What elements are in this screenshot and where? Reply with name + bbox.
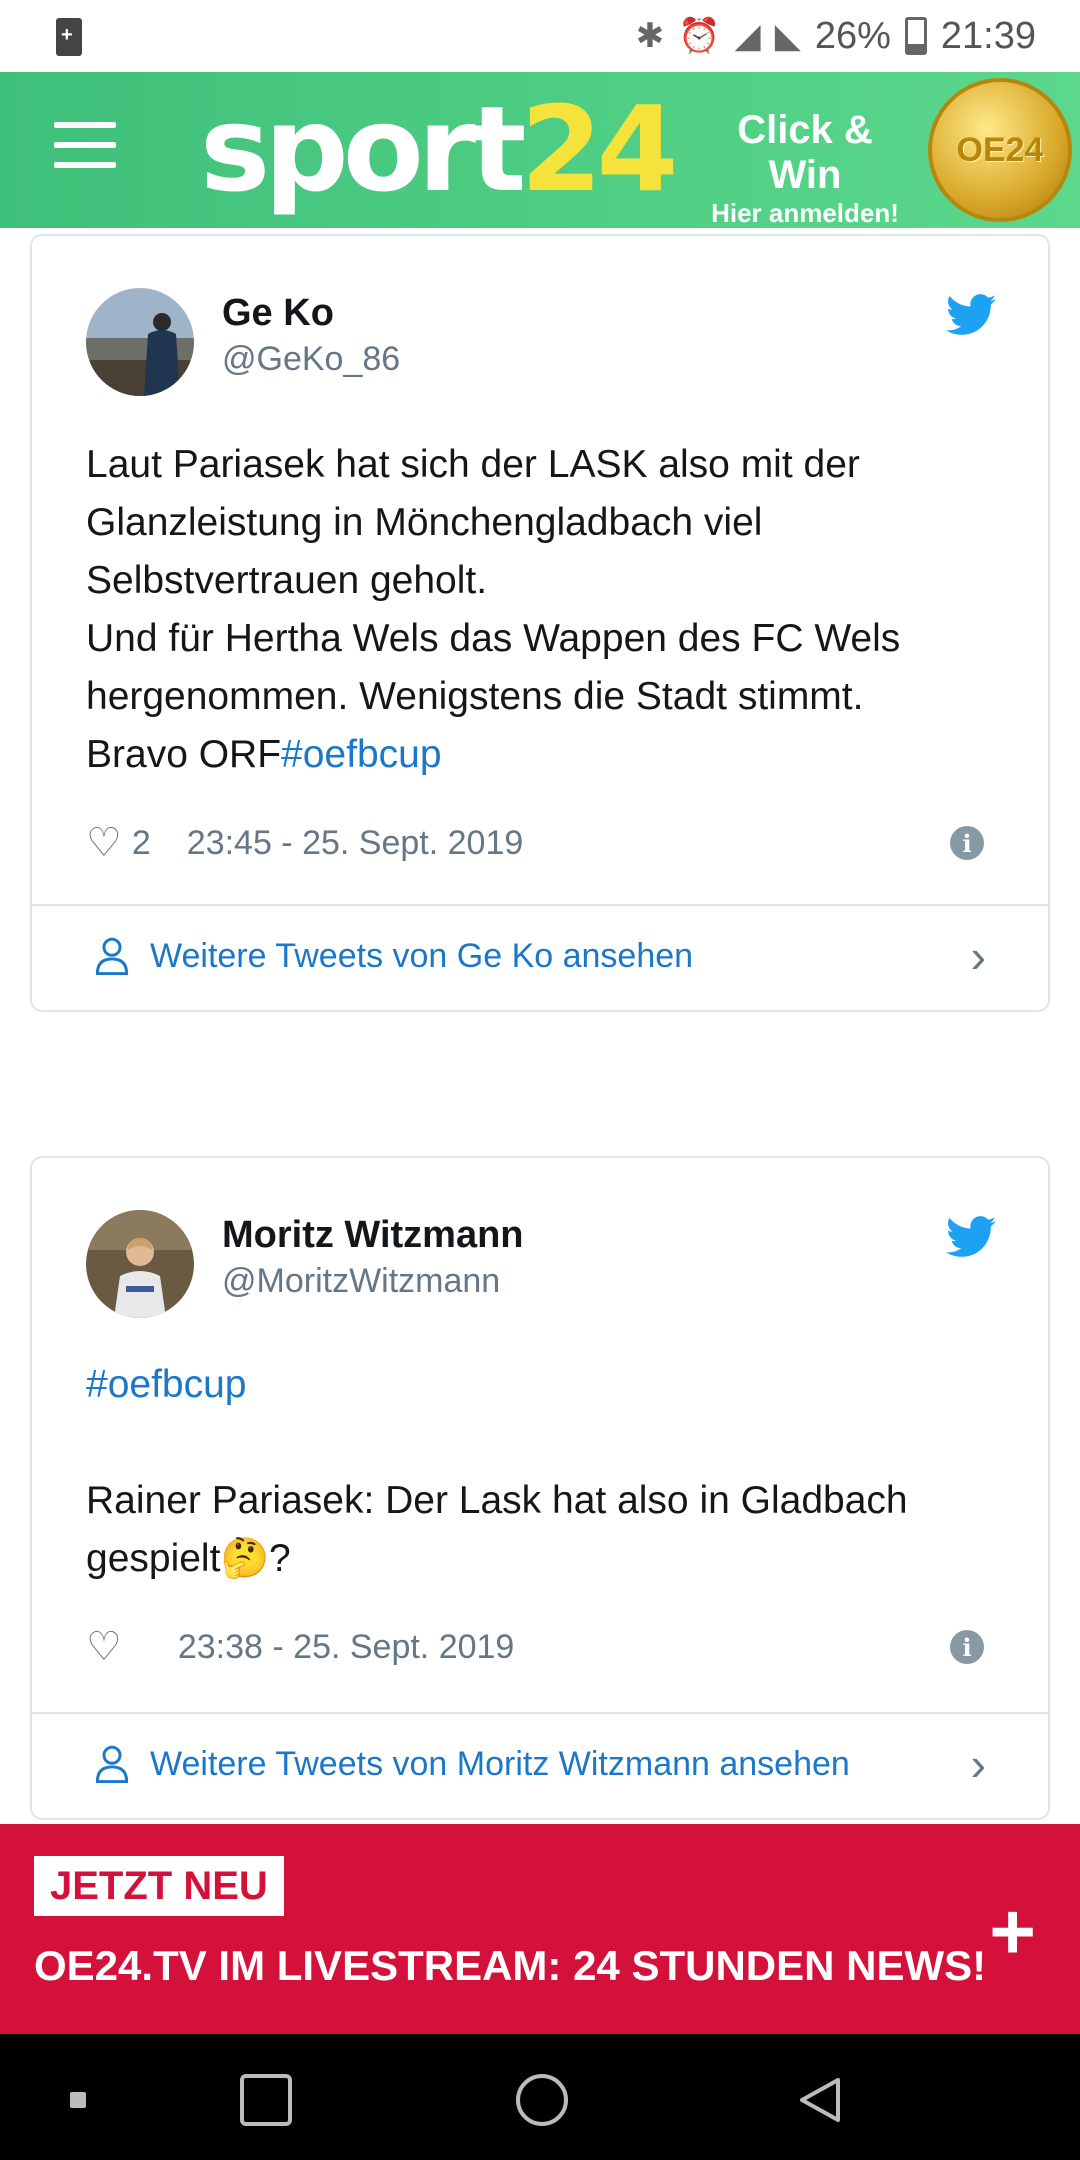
logo-number: 24 (520, 80, 678, 218)
hashtag-link[interactable]: #oefbcup (281, 733, 441, 776)
nav-dot-icon[interactable] (70, 2092, 86, 2108)
status-bar: ✱ ⏰ ◢ ◣ 26% 21:39 (0, 0, 1080, 72)
battery-icon (904, 17, 927, 55)
tweet-line: Glanzleistung in Mönchengladbach viel (86, 501, 763, 544)
system-nav-bar (0, 2034, 1080, 2160)
twitter-bird-icon[interactable] (946, 1216, 996, 1258)
avatar[interactable] (86, 1210, 194, 1318)
chevron-right-icon: › (970, 930, 986, 982)
promo-subtitle: Hier anmelden! (711, 198, 899, 228)
chevron-right-icon: › (970, 1738, 986, 1790)
twitter-bird-icon[interactable] (946, 294, 996, 336)
thinking-face-emoji: 🤔 (220, 1537, 269, 1580)
heart-icon[interactable]: ♡ (86, 1624, 122, 1670)
more-tweets-label: Weitere Tweets von Moritz Witzmann anseh… (150, 1744, 850, 1783)
expand-plus-icon[interactable]: + (989, 1886, 1036, 1978)
home-button[interactable] (516, 2074, 568, 2126)
click-win-promo[interactable]: Click & Win Hier anmelden! (700, 108, 910, 229)
tweet-card: Ge Ko @GeKo_86 Laut Pariasek hat sich de… (30, 234, 1050, 1012)
logo-text: sport (200, 80, 526, 218)
tweet-meta: ♡ 2 23:45 - 25. Sept. 2019 i (86, 818, 994, 868)
tweet-meta: ♡ 23:38 - 25. Sept. 2019 i (86, 1622, 994, 1672)
tweet-timestamp[interactable]: 23:45 - 25. Sept. 2019 (187, 824, 523, 863)
tweet-line-end: ? (269, 1537, 291, 1580)
info-icon[interactable]: i (950, 826, 984, 860)
promo-title: Click & Win (737, 108, 873, 197)
tweet-line-text: Bravo ORF (86, 733, 282, 776)
site-header: sport 24 Click & Win Hier anmelden! OE24 (0, 72, 1080, 228)
tweet-text: Laut Pariasek hat sich der LASK also mit… (86, 436, 994, 784)
tweet-author-name[interactable]: Moritz Witzmann (222, 1214, 524, 1257)
banner-tag: JETZT NEU (34, 1856, 284, 1916)
status-bar-right: ✱ ⏰ ◢ ◣ 26% 21:39 (636, 10, 1036, 62)
tweet-text: #oefbcup Rainer Pariasek: Der Lask hat a… (86, 1356, 994, 1588)
hashtag-link[interactable]: #oefbcup (86, 1356, 994, 1414)
tweet-author-name[interactable]: Ge Ko (222, 292, 334, 335)
divider (32, 904, 1048, 906)
heart-icon[interactable]: ♡ (86, 820, 122, 866)
tweet-card: Moritz Witzmann @MoritzWitzmann #oefbcup… (30, 1156, 1050, 1820)
signal-icon: ◣ (774, 17, 801, 55)
like-count: 2 (131, 823, 151, 862)
livestream-banner[interactable]: JETZT NEU OE24.TV IM LIVESTREAM: 24 STUN… (0, 1824, 1080, 2034)
tweet-line: Selbstvertrauen geholt. (86, 559, 488, 602)
divider (32, 1712, 1048, 1714)
bluetooth-icon: ✱ (635, 17, 665, 55)
notification-icon (56, 18, 82, 56)
person-icon (95, 937, 129, 975)
tweet-line: Bravo ORF#oefbcup (86, 726, 994, 784)
battery-percent: 26% (814, 14, 891, 57)
more-tweets-label: Weitere Tweets von Ge Ko ansehen (150, 936, 694, 975)
alarm-icon: ⏰ (678, 17, 721, 55)
tweet-author-handle[interactable]: @MoritzWitzmann (222, 1262, 500, 1301)
back-button[interactable] (794, 2074, 846, 2126)
more-tweets-link[interactable]: Weitere Tweets von Ge Ko ansehen › (94, 926, 986, 986)
avatar[interactable] (86, 288, 194, 396)
tweet-line: Rainer Pariasek: Der Lask hat also in Gl… (86, 1479, 908, 1522)
tweet-author-handle[interactable]: @GeKo_86 (222, 340, 400, 379)
wifi-icon: ◢ (734, 17, 761, 55)
person-icon (95, 1745, 129, 1783)
oe24-coin-logo[interactable]: OE24 (928, 78, 1072, 222)
info-icon[interactable]: i (950, 1630, 984, 1664)
tweet-line: Laut Pariasek hat sich der LASK also mit… (86, 443, 860, 486)
menu-icon[interactable] (54, 122, 116, 170)
tweet-line-text: gespielt (86, 1537, 221, 1580)
tweet-line: gespielt🤔? (86, 1530, 994, 1588)
more-tweets-link[interactable]: Weitere Tweets von Moritz Witzmann anseh… (94, 1734, 986, 1794)
recent-apps-button[interactable] (240, 2074, 292, 2126)
banner-headline: OE24.TV IM LIVESTREAM: 24 STUNDEN NEWS! (34, 1942, 987, 1989)
tweet-line: Und für Hertha Wels das Wappen des FC We… (86, 617, 901, 660)
tweet-line: hergenommen. Wenigstens die Stadt stimmt… (86, 675, 864, 718)
tweet-timestamp[interactable]: 23:38 - 25. Sept. 2019 (178, 1628, 514, 1667)
site-logo[interactable]: sport 24 (200, 80, 679, 218)
clock: 21:39 (940, 14, 1036, 57)
